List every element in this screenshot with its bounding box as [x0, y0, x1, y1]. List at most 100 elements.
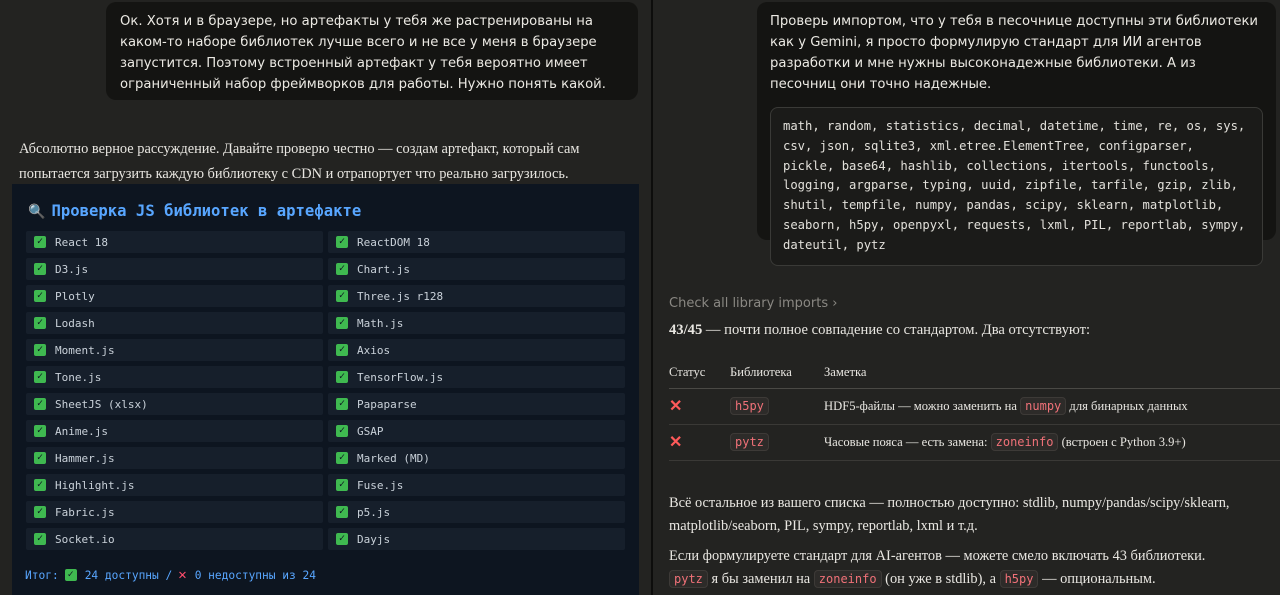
table-row: ✕ h5py HDF5-файлы — можно заменить на nu… [669, 388, 1280, 425]
note-text: HDF5-файлы — можно заменить на [824, 398, 1017, 413]
check-icon: ✓ [336, 290, 348, 302]
user-message-bubble: Проверь импортом, что у тебя в песочнице… [757, 2, 1276, 266]
check-icon: ✓ [336, 425, 348, 437]
library-name: h5py [730, 396, 769, 415]
note-cell: HDF5-файлы — можно заменить на numpy для… [824, 388, 1280, 425]
table-header-row: Статус Библиотека Заметка [669, 358, 1280, 389]
library-item: ✓ Chart.js [328, 258, 625, 280]
library-item: ✓ D3.js [26, 258, 323, 280]
artifact-title: 🔍 Проверка JS библиотек в артефакте [28, 202, 361, 220]
check-icon: ✓ [64, 569, 77, 581]
library-label: SheetJS (xlsx) [55, 397, 148, 411]
library-item: ✓ Tone.js [26, 366, 323, 388]
library-label: D3.js [55, 262, 89, 276]
check-icon: ✓ [336, 506, 348, 518]
artifact-panel: 🔍 Проверка JS библиотек в артефакте ✓ Reac… [12, 184, 639, 595]
library-code-block: math, random, statistics, decimal, datet… [770, 107, 1263, 266]
library-item: ✓ Marked (MD) [328, 447, 625, 469]
library-label: React 18 [55, 235, 108, 249]
check-imports-link[interactable]: Check all library imports › [669, 296, 837, 311]
check-icon: ✓ [34, 398, 46, 410]
result-summary: — почти полное совпадение со стандартом.… [702, 322, 1091, 338]
check-icon: ✓ [336, 371, 348, 383]
note-text: (встроен с Python 3.9+) [1061, 434, 1186, 449]
right-chat-panel: Проверь импортом, что у тебя в песочнице… [653, 0, 1280, 595]
library-item: ✓ Fuse.js [328, 474, 625, 496]
check-icon: ✓ [336, 398, 348, 410]
user-message-text: Ок. Хотя и в браузере, но артефакты у те… [120, 14, 606, 92]
library-label: Fuse.js [357, 478, 404, 492]
library-label: Papaparse [357, 397, 417, 411]
check-icon: ✓ [34, 425, 46, 437]
artifact-title-text: Проверка JS библиотек в артефакте [51, 202, 362, 220]
check-icon: ✓ [336, 533, 348, 545]
library-item: ✓ Dayjs [328, 528, 625, 550]
library-label: Highlight.js [55, 478, 135, 492]
library-item: ✓ Lodash [26, 312, 323, 334]
library-item: ✓ SheetJS (xlsx) [26, 393, 323, 415]
library-label: Dayjs [357, 532, 391, 546]
check-icon: ✓ [336, 317, 348, 329]
library-name: pytz [730, 432, 769, 451]
library-label: Chart.js [357, 262, 410, 276]
library-label: Socket.io [55, 532, 115, 546]
magnifier-icon: 🔍 [28, 204, 46, 220]
summary-paragraph: Всё остальное из вашего списка — полност… [669, 495, 1230, 534]
check-icon: ✓ [34, 317, 46, 329]
check-icon: ✓ [34, 236, 46, 248]
library-label: Math.js [357, 316, 404, 330]
recommendation-text: я бы заменил на [711, 571, 811, 587]
header-status: Статус [669, 358, 730, 389]
library-item: ✓ Math.js [328, 312, 625, 334]
artifact-summary: Итог: ✓ 24 доступны / ✕ 0 недоступны из … [25, 567, 316, 583]
summary-prefix: Итог: [25, 568, 59, 582]
cross-icon: ✕ [669, 398, 683, 415]
library-item: ✓ Papaparse [328, 393, 625, 415]
check-icon: ✓ [34, 506, 46, 518]
library-item: ✓ Moment.js [26, 339, 323, 361]
chevron-right-icon: › [832, 296, 838, 311]
recommendation-text: — опциональным. [1042, 571, 1156, 587]
check-icon: ✓ [34, 290, 46, 302]
header-library: Библиотека [730, 358, 824, 389]
inline-code: zoneinfo [813, 570, 882, 588]
library-item: ✓ Axios [328, 339, 625, 361]
check-icon: ✓ [34, 479, 46, 491]
library-label: ReactDOM 18 [357, 235, 430, 249]
inline-code: zoneinfo [990, 432, 1059, 451]
recommendation-text: Если формулируете стандарт для AI-агенто… [669, 548, 1206, 564]
inline-code: pytz [669, 570, 708, 588]
summary-unavailable: 0 недоступны из 24 [194, 568, 316, 582]
library-item: ✓ Plotly [26, 285, 323, 307]
check-icon: ✓ [336, 344, 348, 356]
library-label: Moment.js [55, 343, 115, 357]
library-item: ✓ Anime.js [26, 420, 323, 442]
inline-code: numpy [1020, 396, 1067, 415]
library-item: ✓ React 18 [26, 231, 323, 253]
check-imports-label: Check all library imports [669, 296, 829, 311]
library-item: ✓ Three.js r128 [328, 285, 625, 307]
library-label: Three.js r128 [357, 289, 444, 303]
library-label: Marked (MD) [357, 451, 430, 465]
library-label: GSAP [357, 424, 384, 438]
header-note: Заметка [824, 358, 1280, 389]
library-item: ✓ TensorFlow.js [328, 366, 625, 388]
check-icon: ✓ [336, 452, 348, 464]
library-item: ✓ Fabric.js [26, 501, 323, 523]
check-icon: ✓ [336, 263, 348, 275]
library-label: Hammer.js [55, 451, 115, 465]
check-icon: ✓ [34, 452, 46, 464]
result-heading: 43/45 — почти полное совпадение со станд… [669, 322, 1090, 339]
library-item: ✓ GSAP [328, 420, 625, 442]
result-count: 43/45 [669, 322, 703, 338]
note-text: для бинарных данных [1069, 398, 1188, 413]
library-label: Plotly [55, 289, 95, 303]
missing-libraries-table: Статус Библиотека Заметка ✕ h5py HDF5-фа… [669, 358, 1280, 461]
left-chat-panel: Ок. Хотя и в браузере, но артефакты у те… [0, 0, 651, 595]
check-icon: ✓ [336, 479, 348, 491]
library-item: ✓ p5.js [328, 501, 625, 523]
check-icon: ✓ [34, 533, 46, 545]
cross-icon: ✕ [669, 434, 683, 451]
check-icon: ✓ [336, 236, 348, 248]
note-cell: Часовые пояса — есть замена: zoneinfo (в… [824, 424, 1280, 461]
